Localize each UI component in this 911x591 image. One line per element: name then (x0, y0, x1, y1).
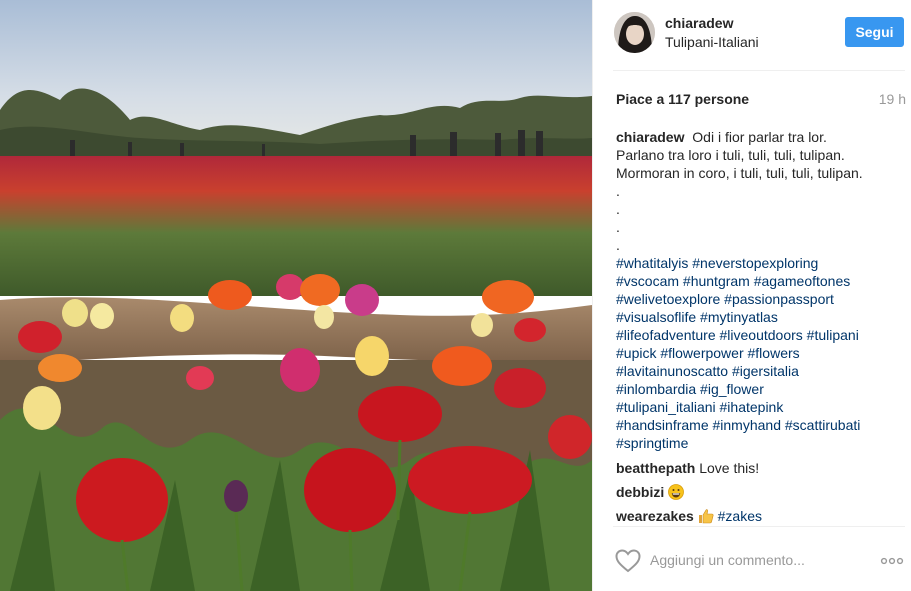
hashtag-line[interactable]: #whatitalyis #neverstopexploring (616, 254, 884, 272)
caption-dot: . (616, 219, 620, 235)
hashtag-line[interactable]: #springtime (616, 434, 884, 452)
comment-text: Love this! (699, 460, 760, 476)
post-location[interactable]: Tulipani-Italiani (665, 34, 759, 50)
caption-dot: . (616, 183, 620, 199)
header-divider (613, 70, 905, 71)
author-username[interactable]: chiaradew (665, 15, 733, 31)
caption: chiaradew Odi i fior parlar tra lor. Par… (616, 128, 884, 452)
caption-line: Parlano tra loro i tuli, tuli, tuli, tul… (616, 147, 845, 163)
thumbs-up-emoji (698, 509, 714, 524)
post-footer (593, 535, 911, 585)
tulip-field-image (0, 0, 592, 591)
hashtag-line[interactable]: #vscocam #huntgram #agameoftones (616, 272, 884, 290)
caption-author[interactable]: chiaradew (616, 129, 684, 145)
hashtag-line[interactable]: #handsinframe #inmyhand #scattirubati (616, 416, 884, 434)
caption-line: chiaradew Odi i fior parlar tra lor. (616, 129, 827, 145)
add-comment-input[interactable] (650, 549, 850, 571)
caption-line: Mormoran in coro, i tuli, tuli, tuli, tu… (616, 165, 863, 181)
hashtag-line[interactable]: #welivetoexplore #passionpassport (616, 290, 884, 308)
post-header: chiaradew Tulipani-Italiani Segui (593, 0, 911, 70)
caption-dot: . (616, 237, 620, 253)
grinning-face-emoji (668, 484, 685, 500)
hashtag-line[interactable]: #lifeofadventure #liveoutdoors #tulipani (616, 326, 884, 344)
heart-outline-icon[interactable] (615, 549, 641, 573)
hashtag-line[interactable]: #inlombardia #ig_flower (616, 380, 884, 398)
likes-row: Piace a 117 persone 19 h (616, 91, 906, 109)
comment: wearezakes #zakes (616, 507, 884, 525)
caption-dot: . (616, 201, 620, 217)
avatar[interactable] (614, 12, 655, 53)
post-time[interactable]: 19 h (879, 91, 906, 107)
hashtag-line[interactable]: #tulipani_italiani #ihatepink (616, 398, 884, 416)
likes-count[interactable]: Piace a 117 persone (616, 91, 749, 107)
comment-author[interactable]: debbizi (616, 484, 664, 500)
comment: debbizi (616, 483, 884, 501)
comment-author[interactable]: wearezakes (616, 508, 694, 524)
comment: beatthepath Love this! (616, 459, 884, 477)
post-details-panel: chiaradew Tulipani-Italiani Segui Piace … (592, 0, 911, 591)
hashtag-line[interactable]: #visualsoflife #mytinyatlas (616, 308, 884, 326)
comments-list[interactable]: chiaradew Odi i fior parlar tra lor. Par… (616, 128, 884, 525)
comment-author[interactable]: beatthepath (616, 460, 695, 476)
more-options-icon[interactable] (880, 557, 904, 565)
post-photo[interactable] (0, 0, 592, 591)
hashtag-line[interactable]: #upick #flowerpower #flowers (616, 344, 884, 362)
hashtag-line[interactable]: #lavitainunoscatto #igersitalia (616, 362, 884, 380)
comment-hashtag[interactable]: #zakes (718, 508, 762, 524)
footer-divider (613, 526, 905, 527)
follow-button[interactable]: Segui (845, 17, 904, 47)
profile-photo (614, 12, 655, 53)
